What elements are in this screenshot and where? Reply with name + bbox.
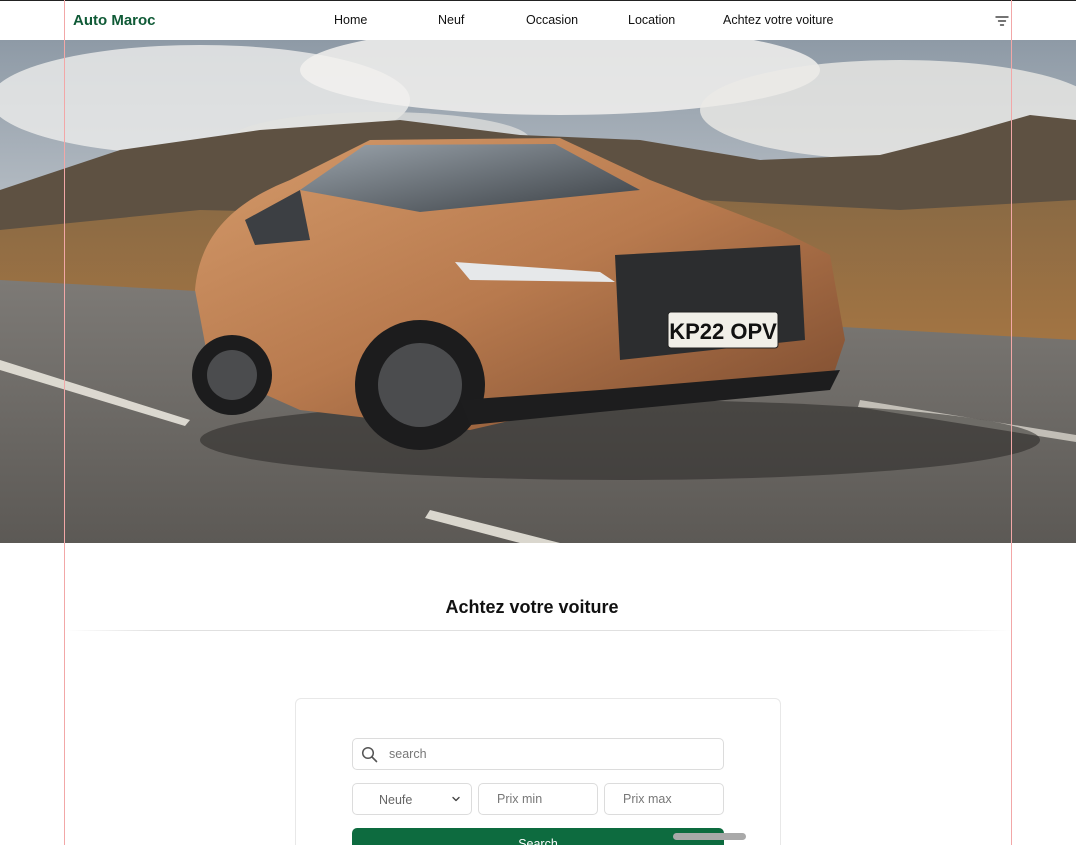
- nav-item-location[interactable]: Location: [628, 13, 675, 27]
- price-min-field[interactable]: [478, 783, 598, 815]
- search-icon: [361, 746, 378, 763]
- nav-item-neuf[interactable]: Neuf: [438, 13, 464, 27]
- condition-select[interactable]: Neufe: [352, 783, 472, 815]
- price-max-field[interactable]: [604, 783, 724, 815]
- condition-select-value: Neufe: [379, 793, 413, 807]
- search-field[interactable]: [352, 738, 724, 770]
- price-max-input[interactable]: [605, 784, 723, 814]
- layout-guide-right: [1011, 0, 1012, 845]
- section-title: Achtez votre voiture: [445, 597, 619, 617]
- hero-image: KP22 OPV: [0, 40, 1076, 543]
- layout-guide-left: [64, 0, 65, 845]
- license-plate-text: KP22 OPV: [669, 319, 777, 344]
- nav-links: Home Neuf Occasion Location Achtez votre…: [0, 13, 1076, 31]
- section-divider: [64, 630, 1011, 631]
- top-navbar: Auto Maroc Home Neuf Occasion Location A…: [0, 0, 1076, 40]
- filter-lines-icon[interactable]: [995, 15, 1009, 27]
- search-button[interactable]: Search: [352, 828, 724, 845]
- chevron-down-icon: [452, 796, 460, 802]
- nav-item-occasion[interactable]: Occasion: [526, 13, 578, 27]
- price-min-input[interactable]: [479, 784, 597, 814]
- search-input[interactable]: [389, 739, 709, 769]
- scroll-indicator[interactable]: [673, 833, 746, 840]
- nav-item-achtez-votre-voiture[interactable]: Achtez votre voiture: [723, 13, 833, 27]
- nav-item-home[interactable]: Home: [334, 13, 367, 27]
- search-card: [295, 698, 781, 845]
